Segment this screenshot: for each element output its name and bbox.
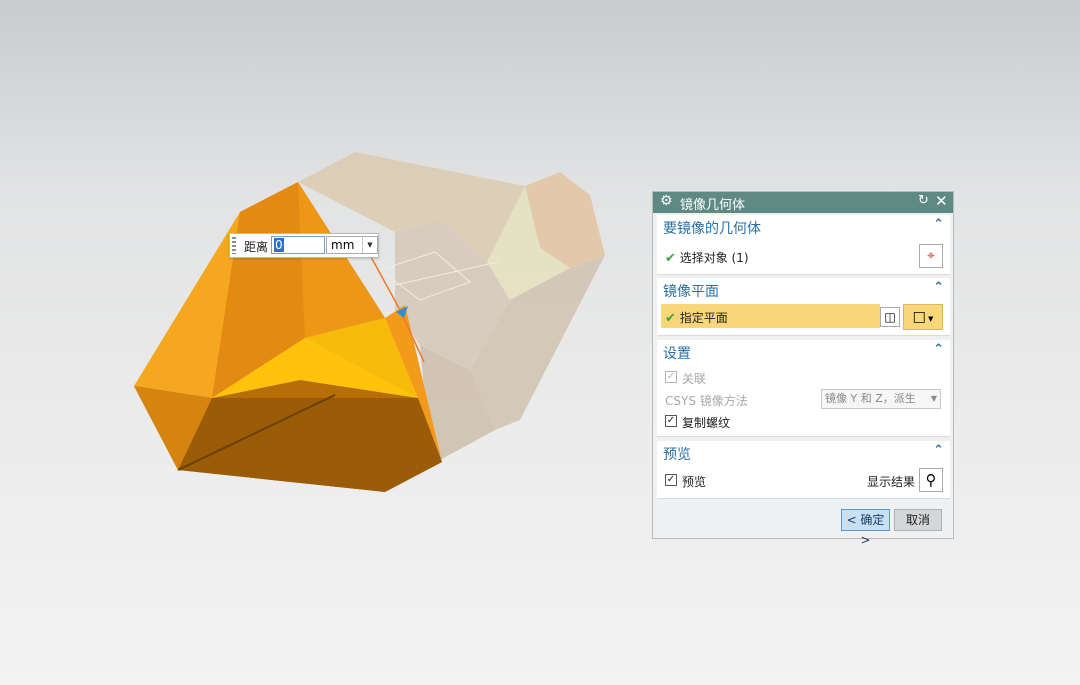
collapse-icon[interactable]: ⌃ [933, 280, 944, 295]
specify-plane-label-wrap: ✔ 指定平面 [665, 309, 728, 326]
select-object-label: 选择对象 (1) [679, 251, 749, 265]
reset-icon[interactable]: ↻ [918, 193, 929, 208]
specify-plane-label: 指定平面 [679, 311, 728, 325]
dialog-titlebar: ⚙ 镜像几何体 ↻ ✕ [653, 192, 953, 213]
plane-icon: □ [912, 309, 926, 325]
unit-value: mm [331, 238, 355, 252]
close-icon[interactable]: ✕ [935, 192, 948, 210]
associative-checkbox[interactable]: ✓ [665, 371, 677, 383]
dialog-title: 镜像几何体 [680, 198, 746, 213]
section-header[interactable]: 镜像平面 [663, 281, 719, 301]
csys-method-select[interactable]: 镜像 Y 和 Z，派生 ▼ [821, 389, 941, 409]
collapse-icon[interactable]: ⌃ [933, 217, 944, 232]
section-header[interactable]: 设置 [663, 343, 691, 363]
section-geometry: 要镜像的几何体 ⌃ ✔ 选择对象 (1) ⌖ [657, 215, 950, 275]
plane-type-dropdown[interactable]: □ ▼ [903, 304, 943, 330]
unit-dropdown[interactable]: mm ▼ [326, 236, 378, 254]
preview-checkbox[interactable]: ✓ [665, 474, 677, 486]
distance-input-box[interactable]: 距离 0 mm ▼ [229, 233, 379, 258]
collapse-icon[interactable]: ⌃ [933, 443, 944, 458]
distance-label: 距离 [244, 240, 269, 254]
collapse-icon[interactable]: ⌃ [933, 342, 944, 357]
chevron-down-icon[interactable]: ▼ [362, 237, 377, 253]
section-header[interactable]: 预览 [663, 444, 691, 464]
ok-button[interactable]: < 确定 > [841, 509, 890, 547]
drag-grip-icon[interactable] [232, 237, 236, 254]
magnifier-icon[interactable]: ⚲ [919, 468, 943, 492]
section-settings: 设置 ⌃ ✓ 关联 CSYS 镜像方法 镜像 Y 和 Z，派生 ▼ ✓ 复制螺纹 [657, 340, 950, 437]
checkmark-icon: ✔ [665, 251, 676, 266]
section-header[interactable]: 要镜像的几何体 [663, 218, 761, 238]
crosshair-select-icon[interactable]: ⌖ [919, 244, 943, 268]
cancel-button[interactable]: 取消 [894, 509, 942, 531]
distance-value-field[interactable]: 0 [271, 236, 325, 254]
chevron-down-icon[interactable]: ▼ [926, 315, 933, 323]
plane-dialog-icon[interactable]: ◫ [880, 307, 900, 327]
section-preview: 预览 ⌃ ✓ 预览 显示结果 ⚲ [657, 441, 950, 499]
copy-threads-label: 复制螺纹 [682, 416, 731, 430]
copy-threads-checkbox[interactable]: ✓ [665, 415, 677, 427]
distance-value: 0 [274, 238, 284, 252]
chevron-down-icon: ▼ [930, 394, 937, 403]
show-result-label: 显示结果 [867, 475, 916, 489]
preview-label: 预览 [682, 475, 707, 489]
csys-method-value: 镜像 Y 和 Z，派生 [825, 392, 916, 405]
mirror-geometry-dialog: ⚙ 镜像几何体 ↻ ✕ 要镜像的几何体 ⌃ ✔ 选择对象 (1) ⌖ 镜像平面 … [652, 191, 954, 547]
checkmark-icon: ✔ [665, 311, 676, 326]
gear-icon: ⚙ [660, 193, 673, 209]
csys-method-label: CSYS 镜像方法 [665, 394, 748, 408]
section-plane: 镜像平面 ⌃ ✔ 指定平面 ◫ □ ▼ [657, 278, 950, 336]
associative-label: 关联 [682, 372, 707, 386]
select-object-row[interactable]: ✔ 选择对象 (1) [665, 249, 749, 266]
